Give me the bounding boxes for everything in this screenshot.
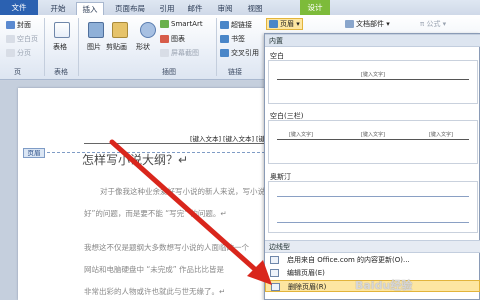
- group-label-links: 链接: [228, 68, 242, 76]
- header-tag: 页眉: [23, 148, 45, 158]
- hyperlink-icon: [220, 21, 229, 29]
- document-parts-icon: [345, 20, 354, 28]
- thumb-placeholder: [键入文字]: [429, 132, 453, 138]
- separator: [216, 18, 217, 76]
- watermark: Baidu经验: [355, 279, 413, 292]
- thumb-rule: [277, 196, 469, 197]
- tab-design[interactable]: 设计: [300, 0, 330, 15]
- document-title: 怎样写小说大纲？↵: [82, 153, 189, 167]
- gallery-section-alphabet: 边线型: [265, 240, 480, 253]
- paragraph-line: 我想这不仅是题纲大多数想写小说的人面临的一个: [84, 243, 249, 252]
- picture-icon: [88, 22, 104, 38]
- smartart-icon: [160, 20, 169, 28]
- shapes-icon: [140, 22, 156, 38]
- tab-start[interactable]: 开始: [44, 2, 72, 15]
- separator: [78, 18, 79, 76]
- screenshot-button[interactable]: 屏幕截图: [160, 48, 199, 58]
- tab-insert[interactable]: 插入: [76, 2, 104, 15]
- thumb-placeholder: [键入文字]: [361, 132, 385, 138]
- chart-icon: [160, 35, 169, 43]
- pi-icon: π: [420, 20, 425, 28]
- crossref-icon: [220, 49, 229, 57]
- shapes-button[interactable]: 形状: [136, 42, 150, 52]
- tab-mailings[interactable]: 邮件: [184, 2, 206, 15]
- header-button[interactable]: 页眉 ▾: [266, 18, 303, 30]
- header-placeholder[interactable]: [键入文本]: [223, 133, 254, 143]
- chart-button[interactable]: 图表: [160, 34, 185, 44]
- table-button[interactable]: 表格: [53, 42, 67, 52]
- clipart-icon: [112, 22, 128, 38]
- paragraph-line: 对于像我这种业余爱好写小说的新人来说，写小说: [100, 187, 265, 196]
- separator: [44, 18, 45, 76]
- header-placeholder[interactable]: [键入文本]: [190, 133, 221, 143]
- thumb-placeholder: [键入文字]: [361, 72, 385, 78]
- header-icon: [269, 20, 278, 28]
- group-label-pages: 页: [14, 68, 21, 76]
- clipart-button[interactable]: 剪贴画: [106, 42, 127, 52]
- edit-header-icon: [270, 269, 279, 277]
- group-label-illustrations: 插图: [162, 68, 176, 76]
- gallery-item-austere[interactable]: [268, 181, 478, 233]
- thumb-rule: [277, 139, 469, 140]
- blank-page-button[interactable]: 空白页: [6, 34, 38, 44]
- bookmark-icon: [220, 35, 229, 43]
- thumb-rule: [277, 79, 469, 80]
- header-rule: [84, 143, 280, 144]
- cover-button[interactable]: 封面: [6, 20, 31, 30]
- remove-header-icon: [271, 283, 280, 291]
- cover-icon: [6, 21, 15, 29]
- smartart-button[interactable]: SmartArt: [160, 20, 203, 28]
- tab-review[interactable]: 审阅: [214, 2, 236, 15]
- paragraph-line: 非常出彩的人物或许也就此与世无缘了。↵: [84, 287, 226, 296]
- gallery-item-blank-3col[interactable]: [键入文字] [键入文字] [键入文字]: [268, 120, 478, 164]
- paragraph-line: 好”的问题，而是要不能 “写完” 的问题。↵: [84, 209, 227, 218]
- page-break-icon: [6, 49, 15, 57]
- group-label-table: 表格: [54, 68, 68, 76]
- tab-file[interactable]: 文件: [0, 0, 38, 15]
- paragraph-line: 网站和电脑硬盘中 “未完成” 作品比比皆是: [84, 265, 225, 274]
- hyperlink-button[interactable]: 超链接: [220, 20, 252, 30]
- thumb-placeholder: [键入文字]: [289, 132, 313, 138]
- menu-more-from-office[interactable]: 启用来自 Office.com 的内容更新(O)...: [265, 254, 480, 266]
- formula-button[interactable]: π 公式 ▾: [420, 19, 446, 29]
- ribbon-tab-bar: 文件 开始 插入 页面布局 引用 邮件 审阅 视图 设计: [0, 0, 480, 15]
- tab-view[interactable]: 视图: [244, 2, 266, 15]
- table-icon: [54, 22, 70, 38]
- screenshot-icon: [160, 49, 169, 57]
- gallery-item-blank[interactable]: [键入文字]: [268, 60, 478, 104]
- document-parts-button[interactable]: 文档部件 ▾: [345, 19, 390, 29]
- tab-page-layout[interactable]: 页面布局: [108, 2, 152, 15]
- tab-references[interactable]: 引用: [156, 2, 178, 15]
- picture-button[interactable]: 图片: [87, 42, 101, 52]
- bookmark-button[interactable]: 书签: [220, 34, 245, 44]
- gallery-section-builtin: 内置: [265, 34, 480, 47]
- crossref-button[interactable]: 交叉引用: [220, 48, 259, 58]
- thumb-rule: [277, 222, 469, 223]
- globe-icon: [270, 256, 279, 264]
- page-break-button[interactable]: 分页: [6, 48, 31, 58]
- blank-page-icon: [6, 35, 15, 43]
